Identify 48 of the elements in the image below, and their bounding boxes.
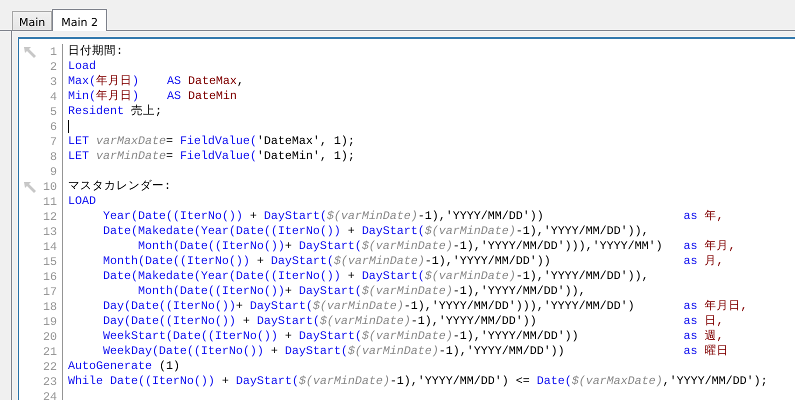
- line-number: 9: [50, 164, 57, 178]
- line-number: 18: [43, 300, 57, 314]
- code-line: Load: [67, 59, 96, 74]
- code-line: Max(年月日) AS DateMax,: [67, 74, 244, 89]
- code-line: LET varMaxDate= FieldValue('DateMax', 1);: [67, 134, 355, 149]
- line-number: 14: [43, 240, 57, 254]
- line-number: 20: [43, 330, 57, 344]
- code-line: While Date((IterNo()) + DayStart($(varMinDate)-1),'YYYY/MM/DD') <= Date($(varMaxDate),'YYYY/MM/DD');: [67, 374, 768, 389]
- line-number: 24: [43, 390, 57, 400]
- line-number: 8: [50, 150, 57, 164]
- line-number: 13: [43, 224, 57, 238]
- code-line: Resident 売上;: [67, 104, 162, 119]
- line-number: 6: [50, 120, 57, 134]
- code-line: Month(Date((IterNo()) + DayStart($(varMinDate)-1),'YYYY/MM/DD')) as 月,: [102, 254, 724, 269]
- tab[interactable]: Main: [12, 11, 52, 30]
- code-line: LET varMinDate= FieldValue('DateMin', 1);: [67, 149, 355, 164]
- line-number: 4: [50, 90, 57, 104]
- code-line: Date(Makedate(Year(Date((IterNo()) + DayStart($(varMinDate)-1),'YYYY/MM/DD')),: [102, 269, 649, 284]
- line-number: 7: [50, 134, 57, 148]
- code-line: Month(Date((IterNo())+ DayStart($(varMinDate)-1),'YYYY/MM/DD'))),'YYYY/MM') as 年月,: [136, 239, 736, 254]
- line-number: 23: [43, 374, 57, 388]
- line-number: 2: [50, 60, 57, 74]
- code-line: Min(年月日) AS DateMin: [67, 89, 237, 104]
- line-number: 10: [43, 180, 57, 194]
- line-number: 17: [43, 284, 57, 298]
- code-line: マスタカレンダー:: [67, 179, 171, 194]
- code-line: Day(Date((IterNo()) + DayStart($(varMinDate)-1),'YYYY/MM/DD')) as 日,: [102, 314, 724, 329]
- code-line: Date(Makedate(Year(Date((IterNo()) + DayStart($(varMinDate)-1),'YYYY/MM/DD')),: [102, 224, 649, 239]
- code-line: Day(Date((IterNo())+ DayStart($(varMinDate)-1),'YYYY/MM/DD'))),'YYYY/MM/DD') as 年月日,: [102, 299, 748, 314]
- code-line: Month(Date((IterNo())+ DayStart($(varMinDate)-1),'YYYY/MM/DD')),: [136, 284, 586, 299]
- code-line: AutoGenerate (1): [67, 359, 180, 374]
- line-number: 12: [43, 210, 57, 224]
- code-line: Year(Date((IterNo()) + DayStart($(varMinDate)-1),'YYYY/MM/DD')) as 年,: [102, 209, 724, 224]
- line-number: 5: [50, 104, 57, 118]
- line-number: 19: [43, 314, 57, 328]
- line-number: 1: [50, 44, 57, 58]
- line-number: 11: [43, 194, 57, 208]
- script-editor[interactable]: [18, 37, 795, 400]
- line-number: 16: [43, 270, 57, 284]
- line-number: 3: [50, 74, 57, 88]
- tab[interactable]: Main 2: [52, 9, 108, 31]
- code-line: WeekDay(Date((IterNo()) + DayStart($(varMinDate)-1),'YYYY/MM/DD')) as 曜日: [102, 344, 729, 359]
- line-number: 21: [43, 344, 57, 358]
- line-number: 15: [43, 254, 57, 268]
- code-line: LOAD: [67, 194, 96, 209]
- line-number: 22: [43, 360, 57, 374]
- code-line: WeekStart(Date((IterNo()) + DayStart($(varMinDate)-1),'YYYY/MM/DD')) as 週,: [102, 329, 724, 344]
- code-line: 日付期間:: [67, 44, 123, 59]
